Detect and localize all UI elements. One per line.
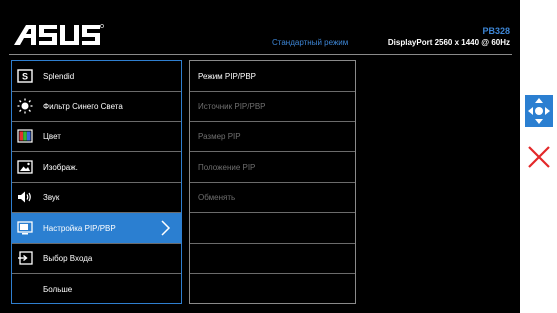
model-name: PB328 bbox=[482, 26, 510, 36]
submenu-item-empty bbox=[190, 213, 355, 244]
pip-pbp-icon bbox=[17, 220, 33, 236]
submenu-item-pip-pbp-mode[interactable]: Режим PIP/PBP bbox=[190, 61, 355, 92]
menu-item-label: Фильтр Синего Света bbox=[43, 101, 123, 111]
current-mode: Стандартный режим bbox=[272, 38, 349, 47]
color-icon bbox=[17, 128, 33, 144]
blue-light-filter-icon bbox=[17, 98, 33, 114]
menu-item-pip-pbp[interactable]: Настройка PIP/PBP bbox=[12, 213, 181, 244]
menu-item-more[interactable]: Больше bbox=[12, 274, 181, 305]
menu-item-label: Звук bbox=[43, 192, 60, 202]
navigation-key-icon[interactable] bbox=[525, 95, 553, 127]
menu-item-label: Больше bbox=[43, 285, 73, 294]
splendid-icon: S bbox=[17, 68, 33, 84]
close-icon[interactable] bbox=[525, 141, 553, 173]
menu-item-label: Выбор Входа bbox=[43, 253, 93, 263]
image-icon bbox=[17, 159, 33, 175]
menu-item-sound[interactable]: Звук bbox=[12, 182, 181, 213]
menu-item-image[interactable]: Изображ. bbox=[12, 152, 181, 183]
menu-item-label: Изображ. bbox=[43, 162, 78, 172]
osd-window: PB328 Стандартный режим DisplayPort 2560… bbox=[0, 0, 520, 313]
submenu-item-pip-size[interactable]: Размер PIP bbox=[190, 121, 355, 152]
menu-item-splendid[interactable]: S Splendid bbox=[12, 61, 181, 92]
menu-item-blue-light-filter[interactable]: Фильтр Синего Света bbox=[12, 91, 181, 122]
submenu-item-pip-pbp-source[interactable]: Источник PIP/PBP bbox=[190, 91, 355, 122]
chevron-right-icon bbox=[161, 220, 171, 236]
menu-item-input-select[interactable]: Выбор Входа bbox=[12, 243, 181, 274]
submenu-item-empty bbox=[190, 274, 355, 305]
menu-item-label: Цвет bbox=[43, 131, 61, 141]
sound-icon bbox=[17, 189, 33, 205]
input-select-icon bbox=[17, 250, 33, 266]
menu-item-color[interactable]: Цвет bbox=[12, 121, 181, 152]
submenu-item-pip-position[interactable]: Положение PIP bbox=[190, 152, 355, 183]
submenu-item-swap[interactable]: Обменять bbox=[190, 182, 355, 213]
asus-logo bbox=[14, 24, 104, 45]
svg-text:S: S bbox=[22, 72, 28, 82]
menu-item-label: Splendid bbox=[43, 71, 75, 81]
submenu-panel: Режим PIP/PBP Источник PIP/PBP Размер PI… bbox=[189, 60, 356, 304]
header-divider bbox=[9, 54, 512, 55]
menu-item-label: Настройка PIP/PBP bbox=[43, 223, 116, 233]
submenu-item-empty bbox=[190, 243, 355, 274]
input-info: DisplayPort 2560 x 1440 @ 60Hz bbox=[387, 38, 510, 47]
main-menu: S Splendid Фильтр Синего Света Цвет Изоб… bbox=[11, 60, 182, 304]
